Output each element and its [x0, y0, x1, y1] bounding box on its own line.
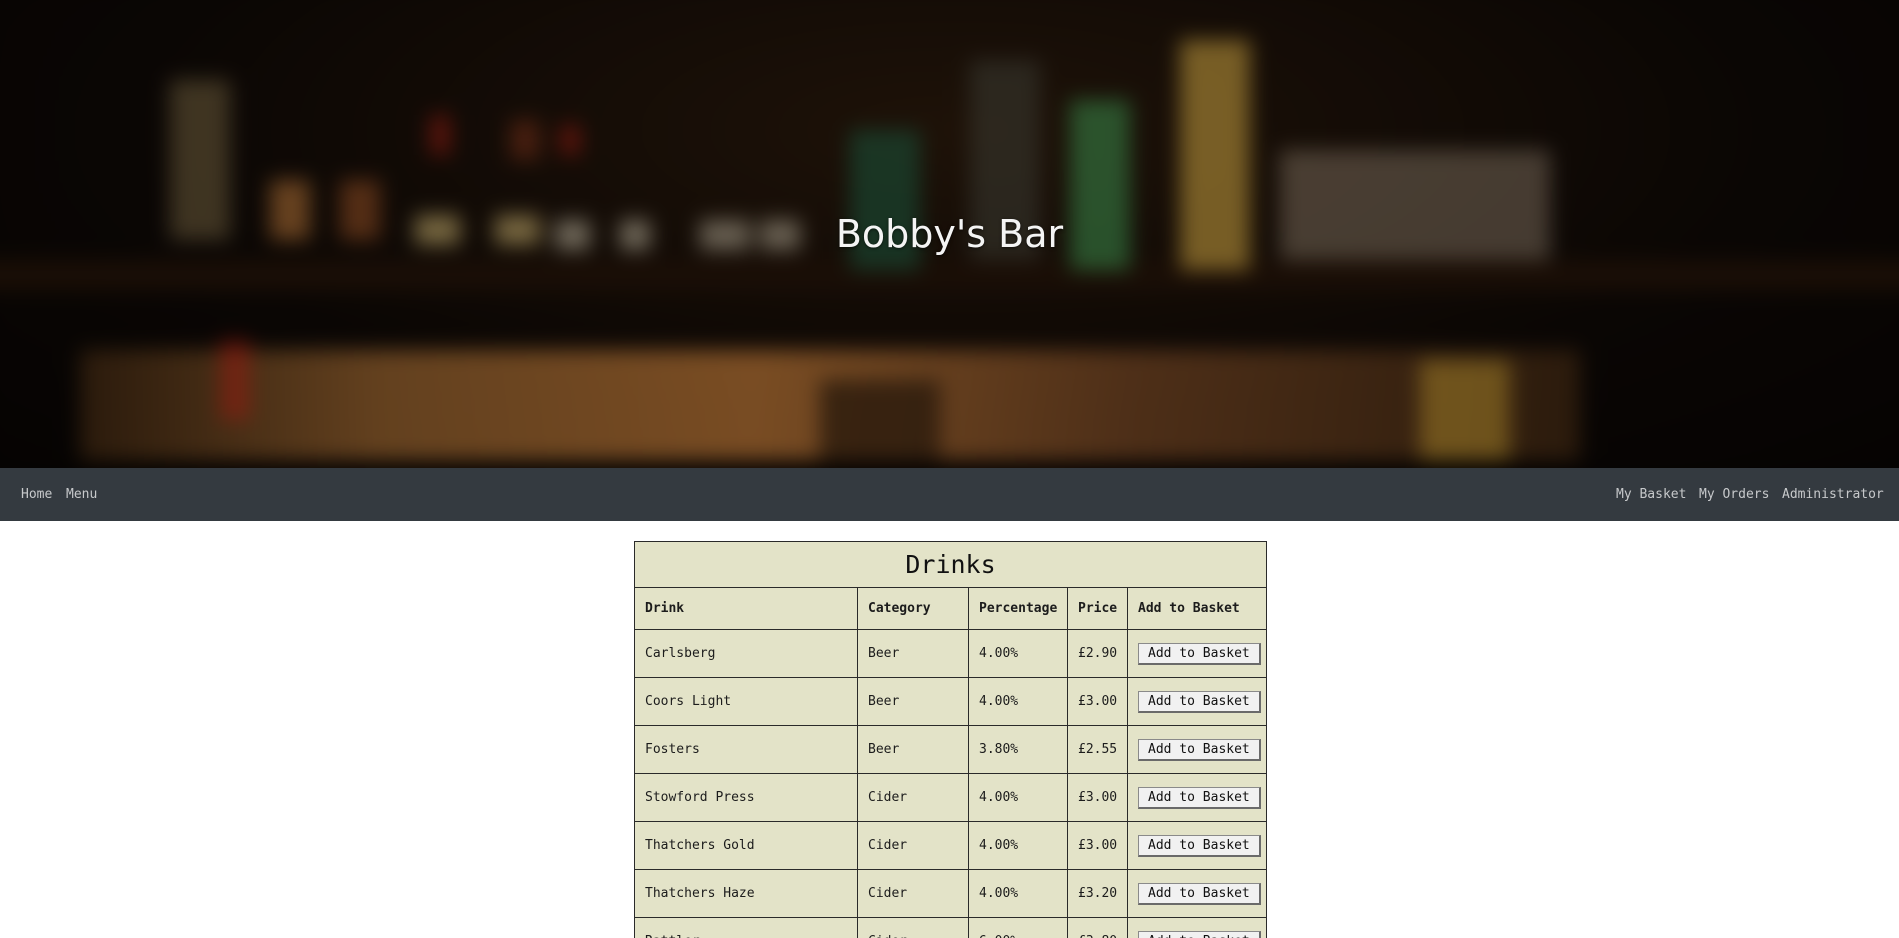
drink-name-cell: Stowford Press: [634, 773, 858, 822]
drink-percentage-cell: 4.00%: [968, 773, 1068, 822]
drink-name-cell: Fosters: [634, 725, 858, 774]
add-to-basket-button[interactable]: Add to Basket: [1138, 930, 1261, 938]
drink-price-cell: £3.00: [1067, 677, 1128, 726]
add-to-basket-cell: Add to Basket: [1127, 725, 1267, 774]
add-to-basket-button[interactable]: Add to Basket: [1138, 642, 1261, 665]
drink-name-cell: Carlsberg: [634, 629, 858, 678]
drink-category-cell: Beer: [857, 629, 969, 678]
add-to-basket-button[interactable]: Add to Basket: [1138, 786, 1261, 809]
table-row: Coors Light Beer 4.00% £3.00 Add to Bask…: [634, 677, 1267, 726]
drink-category-cell: Beer: [857, 677, 969, 726]
drink-price-cell: £2.55: [1067, 725, 1128, 774]
add-to-basket-button[interactable]: Add to Basket: [1138, 690, 1261, 713]
nav-administrator-link[interactable]: Administrator: [1782, 468, 1884, 521]
navbar: Home Menu My Basket My Orders Administra…: [0, 468, 1899, 521]
drink-percentage-cell: 3.80%: [968, 725, 1068, 774]
table-row: Rattler Cider 6.00% £3.80 Add to Basket: [634, 917, 1267, 938]
drinks-table-container: Drinks Drink Category Percentage Price A…: [634, 541, 1267, 938]
drink-name-cell: Thatchers Gold: [634, 821, 858, 870]
column-header-percentage: Percentage: [968, 587, 1068, 630]
add-to-basket-cell: Add to Basket: [1127, 917, 1267, 938]
drink-price-cell: £3.00: [1067, 773, 1128, 822]
column-header-price: Price: [1067, 587, 1128, 630]
drink-price-cell: £2.90: [1067, 629, 1128, 678]
drink-price-cell: £3.80: [1067, 917, 1128, 938]
add-to-basket-button[interactable]: Add to Basket: [1138, 834, 1261, 857]
add-to-basket-cell: Add to Basket: [1127, 821, 1267, 870]
nav-menu-link[interactable]: Menu: [66, 468, 97, 521]
nav-my-orders-link[interactable]: My Orders: [1699, 468, 1769, 521]
column-header-add-to-basket: Add to Basket: [1127, 587, 1267, 630]
column-header-category: Category: [857, 587, 969, 630]
drink-percentage-cell: 4.00%: [968, 629, 1068, 678]
column-header-drink: Drink: [634, 587, 858, 630]
drink-name-cell: Rattler: [634, 917, 858, 938]
table-row: Thatchers Haze Cider 4.00% £3.20 Add to …: [634, 869, 1267, 918]
add-to-basket-cell: Add to Basket: [1127, 869, 1267, 918]
nav-my-basket-link[interactable]: My Basket: [1616, 468, 1686, 521]
drink-category-cell: Cider: [857, 869, 969, 918]
add-to-basket-button[interactable]: Add to Basket: [1138, 738, 1261, 761]
drink-percentage-cell: 6.00%: [968, 917, 1068, 938]
table-row: Fosters Beer 3.80% £2.55 Add to Basket: [634, 725, 1267, 774]
table-row: Stowford Press Cider 4.00% £3.00 Add to …: [634, 773, 1267, 822]
drink-category-cell: Cider: [857, 917, 969, 938]
drink-price-cell: £3.00: [1067, 821, 1128, 870]
drink-category-cell: Cider: [857, 821, 969, 870]
drink-name-cell: Thatchers Haze: [634, 869, 858, 918]
drink-name-cell: Coors Light: [634, 677, 858, 726]
drink-percentage-cell: 4.00%: [968, 869, 1068, 918]
add-to-basket-button[interactable]: Add to Basket: [1138, 882, 1261, 905]
drinks-table-title: Drinks: [634, 541, 1267, 587]
table-header-row: Drink Category Percentage Price Add to B…: [634, 587, 1267, 630]
nav-home-link[interactable]: Home: [21, 468, 52, 521]
hero-banner: Bobby's Bar: [0, 0, 1899, 468]
drink-percentage-cell: 4.00%: [968, 677, 1068, 726]
add-to-basket-cell: Add to Basket: [1127, 677, 1267, 726]
drink-price-cell: £3.20: [1067, 869, 1128, 918]
drink-percentage-cell: 4.00%: [968, 821, 1068, 870]
site-title: Bobby's Bar: [835, 212, 1064, 256]
table-row: Thatchers Gold Cider 4.00% £3.00 Add to …: [634, 821, 1267, 870]
drink-category-cell: Beer: [857, 725, 969, 774]
add-to-basket-cell: Add to Basket: [1127, 629, 1267, 678]
drink-category-cell: Cider: [857, 773, 969, 822]
drinks-table: Drinks Drink Category Percentage Price A…: [634, 541, 1267, 938]
add-to-basket-cell: Add to Basket: [1127, 773, 1267, 822]
table-row: Carlsberg Beer 4.00% £2.90 Add to Basket: [634, 629, 1267, 678]
